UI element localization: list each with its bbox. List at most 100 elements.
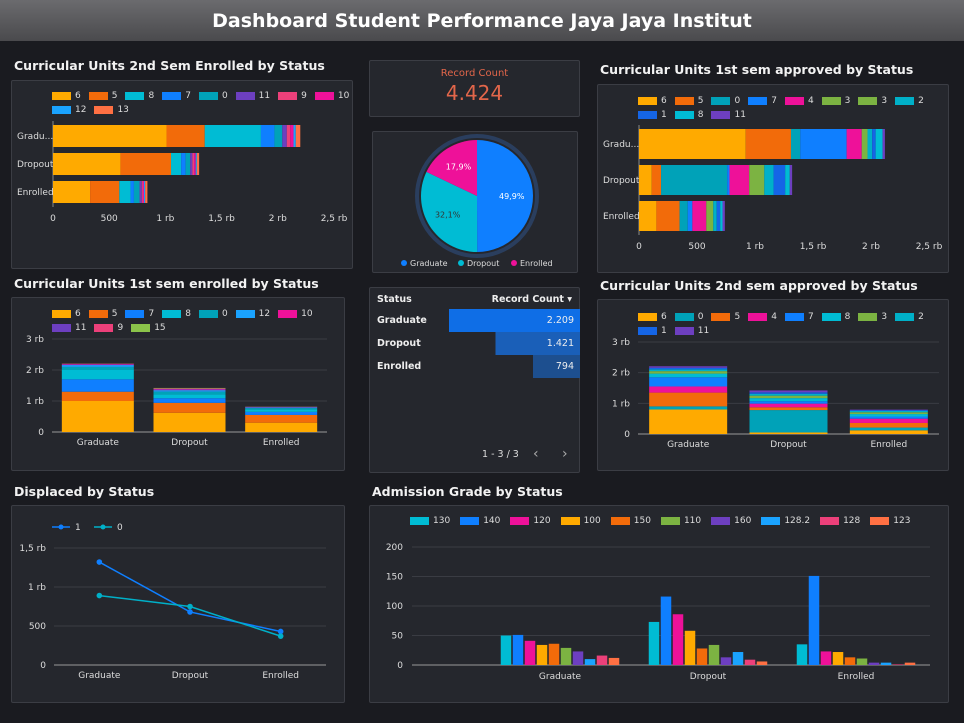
row-status: Dropout bbox=[377, 338, 421, 349]
bar bbox=[560, 647, 572, 665]
legend-label: Graduate bbox=[410, 259, 448, 268]
x-tick-label: 0 bbox=[636, 242, 642, 252]
bar-segment bbox=[679, 201, 688, 231]
bar-segment bbox=[90, 181, 120, 203]
legend-label: Dropout bbox=[467, 259, 499, 268]
bar-segment bbox=[130, 181, 134, 203]
bar-segment bbox=[190, 153, 193, 175]
bar-segment bbox=[295, 125, 301, 147]
legend-marker bbox=[100, 524, 106, 530]
bar-segment bbox=[706, 201, 714, 231]
x-tick-label: 1,5 rb bbox=[208, 214, 235, 224]
bar-segment bbox=[53, 153, 121, 175]
row-status: Graduate bbox=[377, 315, 427, 326]
c2s-enrolled-card: 6 5 8 7 0 11 9 10 12 13 0 500 1 rb 1,5 rb 2 rb 2,5 rb G… bbox=[11, 80, 353, 269]
bar-segment bbox=[727, 165, 730, 195]
bar-segment bbox=[133, 181, 140, 203]
legend-label: Enrolled bbox=[520, 259, 553, 268]
data-point bbox=[277, 633, 284, 639]
c1s-approved-card: 6 5 0 7 4 3 3 2 1 8 11 0 500 1 rb 1,5 rb 2 rb 2,5 rb Gra… bbox=[597, 84, 949, 273]
bar-segment bbox=[849, 430, 928, 434]
y-tick-label: 2 rb bbox=[26, 366, 44, 376]
chevron-right-icon[interactable]: › bbox=[562, 446, 568, 462]
table-row[interactable]: Graduate 2.209 bbox=[371, 309, 580, 332]
bar-segment bbox=[849, 411, 928, 413]
bar-segment bbox=[749, 395, 828, 399]
bar-segment bbox=[196, 153, 200, 175]
bar bbox=[696, 648, 708, 665]
bar bbox=[608, 657, 620, 665]
row-count: 2.209 bbox=[448, 309, 580, 332]
status-pie-chart: 49,9% 32,1% 17,9% Graduate Dropout Enrolled bbox=[401, 134, 553, 268]
row-count: 794 bbox=[448, 355, 580, 378]
bar-segment bbox=[245, 414, 318, 423]
bar bbox=[856, 658, 868, 665]
bar bbox=[584, 659, 596, 665]
y-tick-label: 0 bbox=[397, 661, 403, 671]
x-tick-label: 2 rb bbox=[862, 242, 880, 252]
bar-segment bbox=[649, 366, 728, 368]
bar-segment bbox=[53, 181, 91, 203]
bar-segment bbox=[639, 201, 657, 231]
bar bbox=[524, 640, 536, 665]
admission-title: Admission Grade by Status bbox=[372, 484, 563, 499]
bar-segment bbox=[61, 401, 134, 432]
y-tick-label: 1 rb bbox=[28, 583, 46, 593]
bar bbox=[684, 630, 696, 665]
bar-segment bbox=[153, 394, 226, 399]
y-tick-label: Gradu... bbox=[603, 140, 639, 150]
bar-segment bbox=[720, 201, 723, 231]
bar-segment bbox=[245, 411, 318, 415]
chevron-left-icon[interactable]: ‹ bbox=[533, 446, 539, 462]
x-tick-label: Graduate bbox=[78, 671, 121, 681]
y-tick-label: Gradu... bbox=[17, 132, 53, 142]
bar-segment bbox=[849, 410, 928, 411]
bar-segment bbox=[882, 129, 885, 159]
bar-segment bbox=[764, 165, 774, 195]
x-tick-label: Dropout bbox=[690, 672, 727, 682]
bar-segment bbox=[749, 432, 828, 434]
bar-segment bbox=[282, 125, 287, 147]
y-tick-label: Dropout bbox=[17, 160, 54, 170]
data-point bbox=[187, 603, 193, 610]
bar-segment bbox=[153, 391, 226, 395]
bar bbox=[832, 652, 844, 665]
legend-dot bbox=[401, 260, 407, 266]
bar-segment bbox=[749, 407, 828, 411]
col-status-header[interactable]: Status bbox=[371, 289, 449, 309]
bar-segment bbox=[661, 165, 728, 195]
pie-label: 17,9% bbox=[446, 163, 472, 172]
x-tick-label: 2,5 rb bbox=[321, 214, 348, 224]
bar bbox=[796, 644, 808, 665]
bar bbox=[732, 652, 744, 665]
bar-segment bbox=[649, 406, 728, 410]
c1s-approved-chart: 0 500 1 rb 1,5 rb 2 rb 2,5 rb Gradu... Dropout E… bbox=[603, 125, 943, 252]
table-row[interactable]: Dropout 1.421 bbox=[371, 332, 580, 355]
x-tick-label: Enrolled bbox=[838, 672, 875, 682]
c1s-enrolled-title: Curricular Units 1st sem enrolled by Sta… bbox=[14, 276, 319, 291]
bar-segment bbox=[61, 366, 134, 370]
status-table-card: Status Record Count ▾ Graduate 2.209 Dro… bbox=[369, 287, 580, 473]
x-tick-label: Graduate bbox=[539, 672, 582, 682]
bar-segment bbox=[692, 201, 707, 231]
bar-segment bbox=[749, 390, 828, 393]
bar-segment bbox=[141, 181, 143, 203]
bar-segment bbox=[195, 153, 197, 175]
bar-segment bbox=[849, 418, 928, 423]
record-count-value: 4.424 bbox=[445, 81, 504, 105]
bar-segment bbox=[290, 125, 294, 147]
legend-marker bbox=[58, 524, 64, 530]
bar-segment bbox=[119, 181, 131, 203]
record-count-card: Record Count 4.424 bbox=[369, 60, 580, 117]
bar-segment bbox=[749, 393, 828, 396]
bar-segment bbox=[166, 125, 205, 147]
col-record-count-header[interactable]: Record Count ▾ bbox=[449, 289, 580, 309]
bar-segment bbox=[875, 129, 883, 159]
record-count-label: Record Count bbox=[440, 68, 509, 79]
bar-segment bbox=[153, 388, 226, 390]
table-row[interactable]: Enrolled 794 bbox=[371, 355, 580, 378]
bar-segment bbox=[749, 403, 828, 408]
series-line bbox=[98, 561, 281, 633]
bar-segment bbox=[61, 364, 134, 366]
bar-segment bbox=[745, 129, 791, 159]
